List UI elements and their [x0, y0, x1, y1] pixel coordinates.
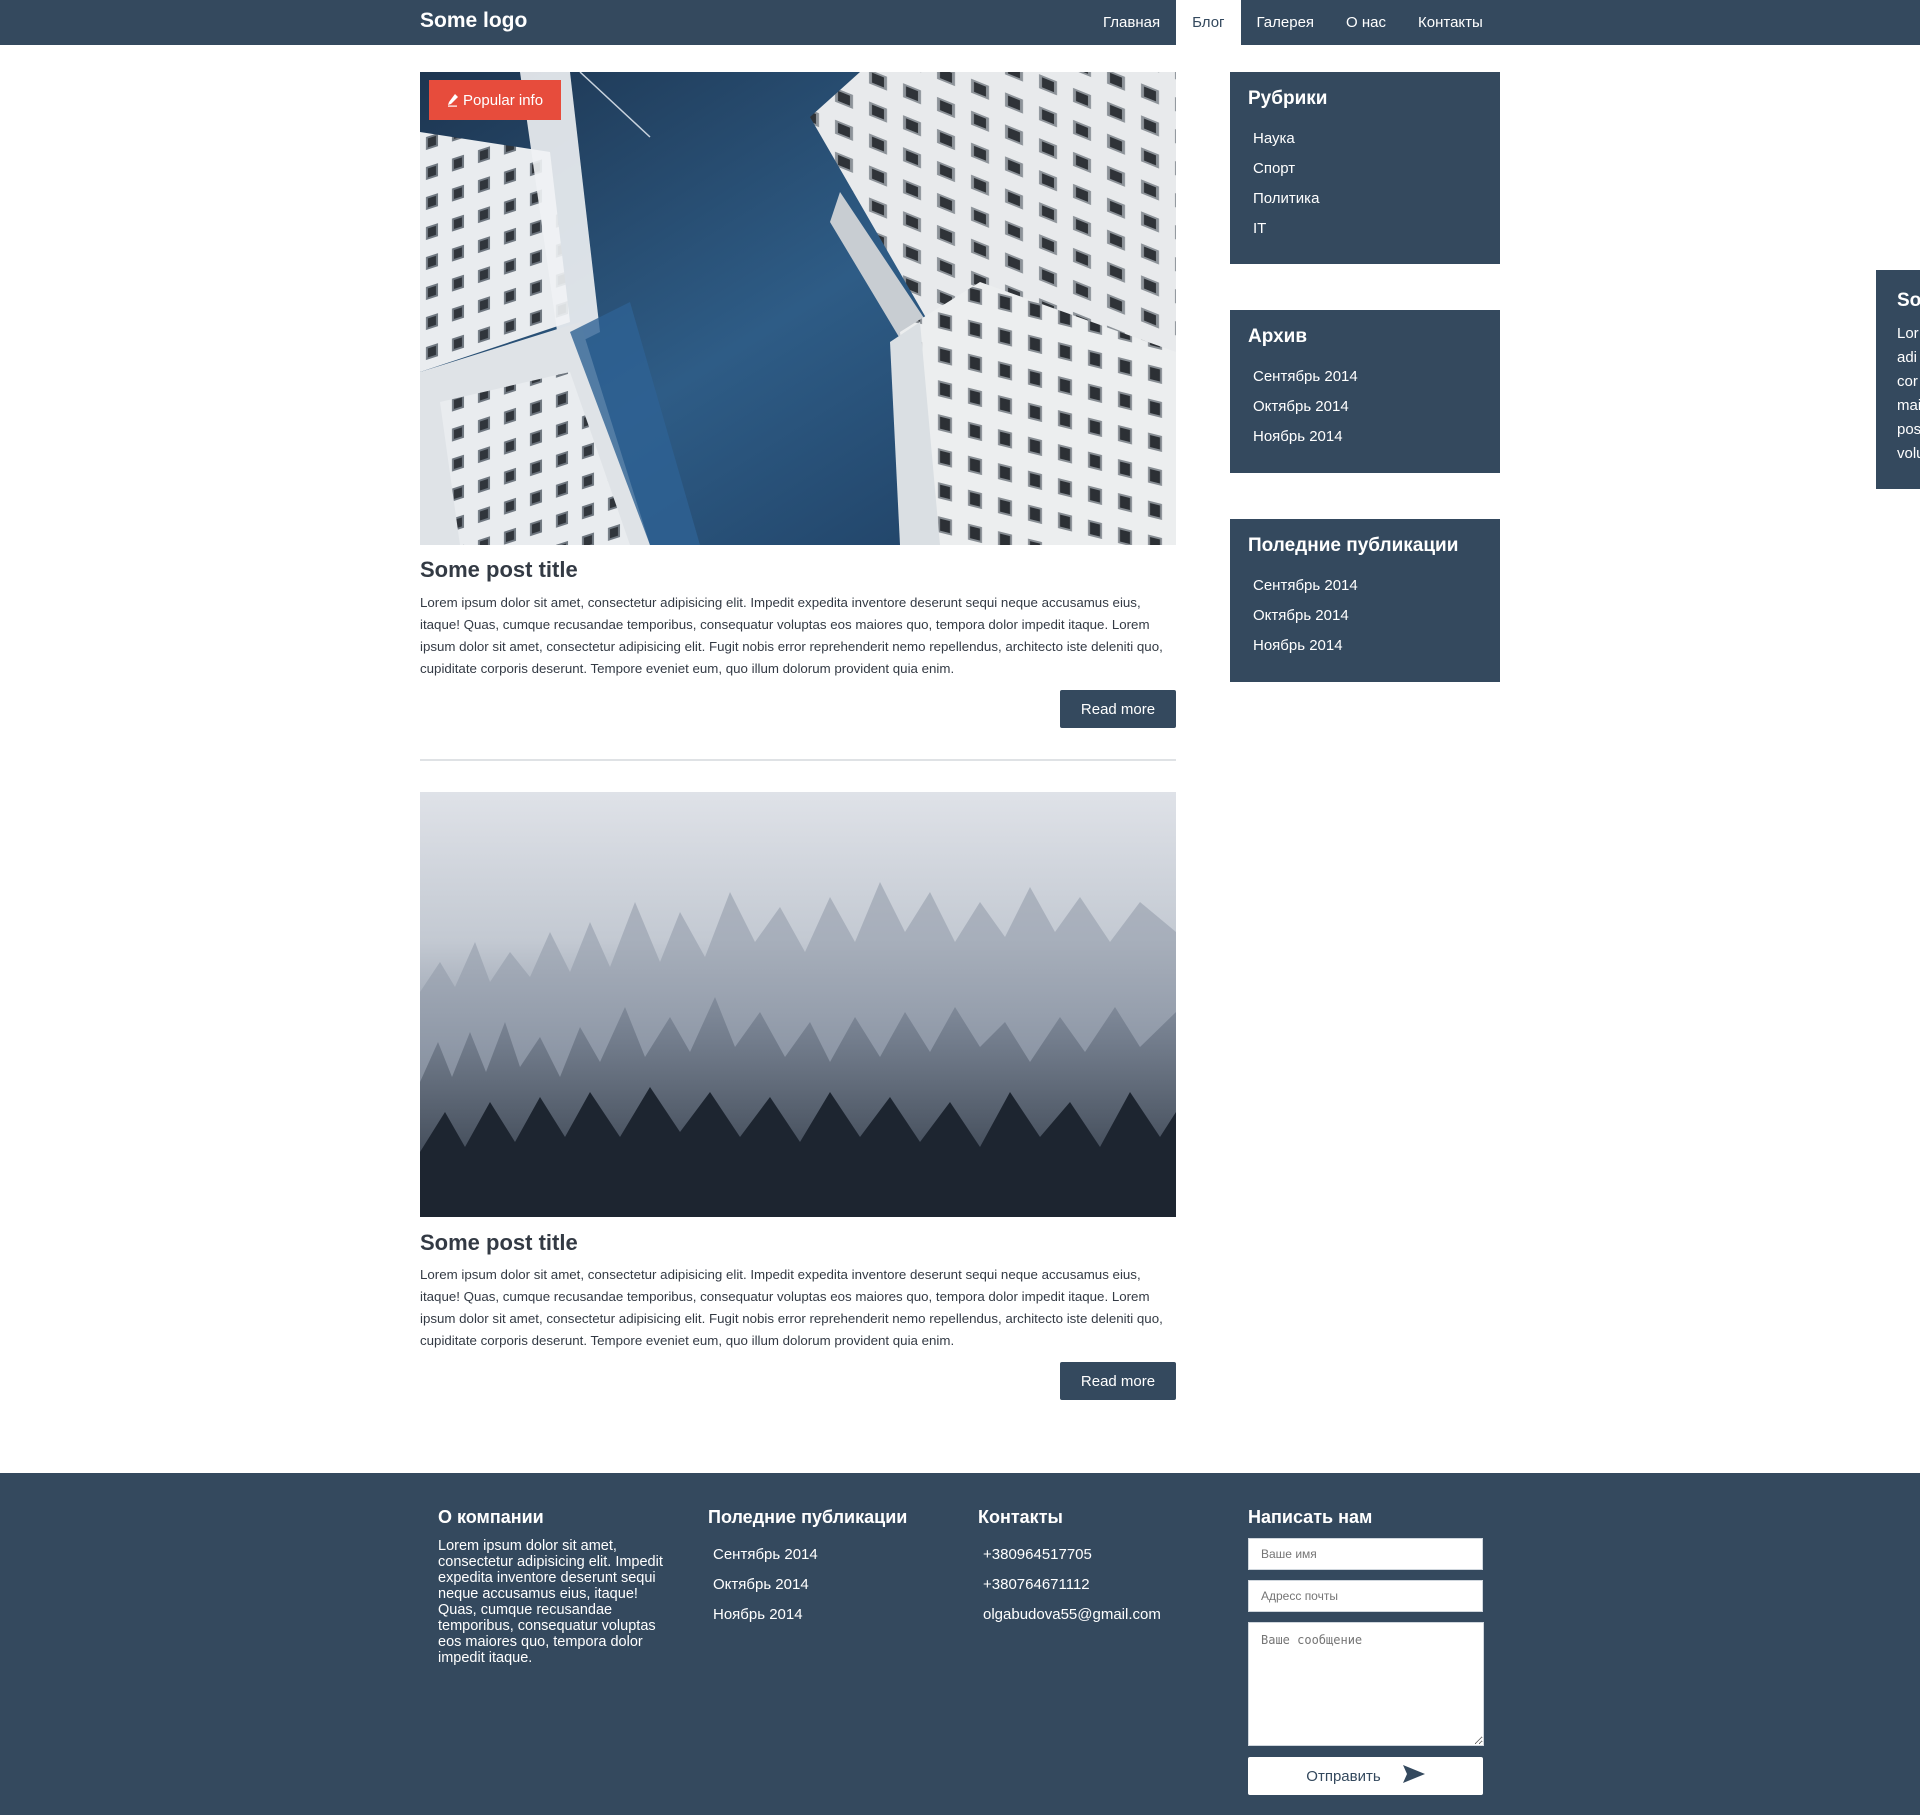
archive-link[interactable]: Сентябрь 2014 — [1248, 362, 1482, 392]
submit-button[interactable]: Отправить — [1248, 1757, 1483, 1795]
nav-gallery[interactable]: Галерея — [1241, 0, 1331, 45]
pen-icon — [447, 93, 459, 107]
blog-post: Some post title Lorem ipsum dolor sit am… — [420, 792, 1176, 1400]
blog-post: Popular info Some post title Lorem ipsum… — [420, 72, 1176, 730]
nav-blog[interactable]: Блог — [1176, 0, 1241, 45]
post-excerpt: Lorem ipsum dolor sit amet, consectetur … — [420, 1267, 1163, 1348]
floating-info-panel: So Lor adi cor mai pos volu — [1876, 270, 1920, 489]
contact-form: Написать нам Отправить — [1248, 1507, 1488, 1795]
categories-widget: Рубрики Наука Спорт Политика IT — [1230, 72, 1500, 264]
archive-link[interactable]: Октябрь 2014 — [1248, 392, 1482, 422]
footer-recent: Поледние публикации Сентябрь 2014 Октябр… — [708, 1507, 938, 1630]
footer-heading: О компании — [438, 1507, 544, 1527]
category-link[interactable]: Спорт — [1248, 154, 1482, 184]
post-image-forest — [420, 792, 1176, 1217]
post-excerpt: Lorem ipsum dolor sit amet, consectetur … — [420, 595, 1163, 676]
footer-heading: Поледние публикации — [708, 1507, 908, 1527]
popular-info-badge[interactable]: Popular info — [429, 80, 562, 120]
widget-title: Архив — [1248, 326, 1308, 347]
footer-about: О компании Lorem ipsum dolor sit amet, c… — [438, 1507, 668, 1666]
read-more-button[interactable]: Read more — [1060, 1362, 1176, 1400]
post-title[interactable]: Some post title — [420, 1230, 578, 1256]
widget-title: Рубрики — [1248, 88, 1328, 109]
footer-heading: Контакты — [978, 1507, 1063, 1527]
footer-recent-link[interactable]: Ноябрь 2014 — [708, 1600, 938, 1630]
archive-widget: Архив Сентябрь 2014 Октябрь 2014 Ноябрь … — [1230, 310, 1500, 473]
footer-contacts: Контакты +380964517705 +380764671112 olg… — [978, 1507, 1218, 1630]
category-link[interactable]: IT — [1248, 214, 1482, 244]
footer-heading: Написать нам — [1248, 1507, 1373, 1527]
post-title[interactable]: Some post title — [420, 557, 578, 583]
widget-title: Поледние публикации — [1248, 535, 1459, 556]
floating-panel-title: So — [1897, 290, 1920, 311]
category-link[interactable]: Наука — [1248, 124, 1482, 154]
read-more-button[interactable]: Read more — [1060, 690, 1176, 728]
recent-posts-widget: Поледние публикации Сентябрь 2014 Октябр… — [1230, 519, 1500, 682]
submit-label: Отправить — [1306, 1767, 1381, 1785]
message-textarea[interactable] — [1248, 1622, 1484, 1746]
nav-about[interactable]: О нас — [1330, 0, 1402, 45]
recent-post-link[interactable]: Ноябрь 2014 — [1248, 631, 1482, 661]
site-logo[interactable]: Some logo — [420, 9, 527, 33]
contact-phone[interactable]: +380964517705 — [978, 1540, 1218, 1570]
floating-panel-line: pos — [1897, 421, 1920, 438]
floating-panel-line: mai — [1897, 397, 1920, 414]
top-navbar: Some logo Главная Блог Галерея О нас Кон… — [0, 0, 1920, 45]
floating-panel-line: cor — [1897, 373, 1918, 390]
footer-about-text: Lorem ipsum dolor sit amet, consectetur … — [438, 1538, 663, 1666]
recent-post-link[interactable]: Октябрь 2014 — [1248, 601, 1482, 631]
contact-email[interactable]: olgabudova55@gmail.com — [978, 1600, 1218, 1630]
send-icon — [1402, 1765, 1425, 1787]
nav-contacts[interactable]: Контакты — [1402, 0, 1499, 45]
contact-phone[interactable]: +380764671112 — [978, 1570, 1218, 1600]
floating-panel-line: Lor — [1897, 325, 1919, 342]
footer-recent-link[interactable]: Октябрь 2014 — [708, 1570, 938, 1600]
main-nav: Главная Блог Галерея О нас Контакты — [1087, 0, 1499, 45]
floating-panel-line: adi — [1897, 349, 1918, 366]
footer-recent-link[interactable]: Сентябрь 2014 — [708, 1540, 938, 1570]
category-link[interactable]: Политика — [1248, 184, 1482, 214]
name-input[interactable] — [1248, 1538, 1483, 1570]
badge-label: Popular info — [463, 91, 544, 109]
email-input[interactable] — [1248, 1580, 1483, 1612]
floating-panel-line: volu — [1897, 445, 1920, 462]
archive-link[interactable]: Ноябрь 2014 — [1248, 422, 1482, 452]
site-footer: О компании Lorem ipsum dolor sit amet, c… — [0, 1473, 1920, 1815]
post-divider — [420, 759, 1176, 761]
post-image-buildings: Popular info — [420, 72, 1176, 545]
recent-post-link[interactable]: Сентябрь 2014 — [1248, 571, 1482, 601]
nav-home[interactable]: Главная — [1087, 0, 1176, 45]
